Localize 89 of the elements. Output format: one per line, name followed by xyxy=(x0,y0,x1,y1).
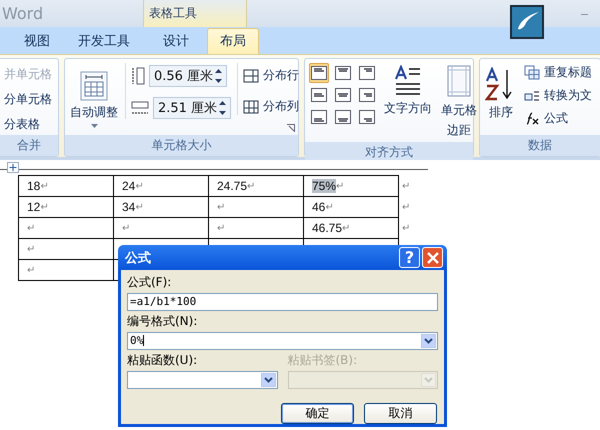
dialog-button[interactable]: 取消 xyxy=(364,403,437,424)
dialog-launcher-icon[interactable] xyxy=(287,124,295,132)
column-width-icon xyxy=(131,101,149,115)
cell-text: 12 xyxy=(27,200,40,214)
alignment-button[interactable] xyxy=(309,85,329,105)
dropdown-field[interactable] xyxy=(127,371,278,389)
chevron-down-icon xyxy=(424,338,433,344)
paragraph-mark: ↵ xyxy=(247,180,256,192)
ribbon-tab[interactable]: 开发工具 xyxy=(66,30,142,54)
end-of-row-mark: ↵ xyxy=(402,180,410,192)
ribbon-command[interactable]: 分布行 xyxy=(243,67,299,84)
alignment-button[interactable] xyxy=(357,85,377,105)
spin-arrows-icon[interactable] xyxy=(215,69,222,83)
dropdown-button[interactable] xyxy=(260,373,276,387)
sort-button[interactable]: 排序 xyxy=(484,65,518,123)
alignment-button[interactable] xyxy=(333,85,353,105)
chevron-down-icon xyxy=(264,377,272,383)
group-label: 单元格大小 xyxy=(65,135,298,156)
paragraph-mark: ↵ xyxy=(135,180,144,192)
dialog-button[interactable]: 确定 xyxy=(281,403,354,424)
alignment-button[interactable] xyxy=(357,63,377,83)
ribbon-command[interactable]: 分单元格 xyxy=(4,91,52,108)
field-label: 粘贴书签(B): xyxy=(288,352,358,369)
cell-text: 24.75 xyxy=(217,179,248,193)
formula-icon xyxy=(524,111,540,126)
paragraph-mark: ↵ xyxy=(217,222,225,234)
alignment-button[interactable] xyxy=(333,63,353,83)
number-format-combo[interactable]: 0% xyxy=(127,332,438,350)
paragraph-mark: ↵ xyxy=(342,222,350,234)
text-direction-icon xyxy=(393,65,423,97)
field-label: 公式(F): xyxy=(127,274,172,291)
field-label: 粘贴函数(U): xyxy=(127,352,198,369)
chevron-down-icon xyxy=(424,377,433,383)
paragraph-mark: ↵ xyxy=(217,201,225,213)
cell-text: 34 xyxy=(122,200,136,214)
cell-margins-button[interactable]: 单元格边距 xyxy=(439,63,479,142)
end-of-row-mark: ↵ xyxy=(402,223,410,234)
cell-margins-icon xyxy=(447,65,471,97)
ribbon-command[interactable]: 公式 xyxy=(524,110,592,127)
ribbon-tab[interactable]: 视图 xyxy=(12,30,62,54)
paragraph-mark: ↵ xyxy=(40,201,48,213)
paragraph-mark: ↵ xyxy=(122,222,130,234)
app-title: Word xyxy=(2,4,44,23)
table-icon xyxy=(80,71,108,101)
paragraph-mark: ↵ xyxy=(27,264,35,276)
group-label: 数据 xyxy=(480,135,600,156)
paragraph-mark: ↵ xyxy=(336,180,344,192)
row-height-spinner[interactable]: 0.56 厘米 xyxy=(149,65,227,87)
help-button[interactable]: ? xyxy=(399,247,420,268)
alignment-button[interactable] xyxy=(309,63,329,83)
row-height-icon xyxy=(131,67,145,85)
ribbon-tab[interactable]: 设计 xyxy=(151,30,201,54)
dropdown-button[interactable] xyxy=(421,334,436,348)
caret-icon xyxy=(90,124,98,128)
bird-logo-icon xyxy=(510,5,544,39)
group-label: 合并 xyxy=(0,135,58,156)
alignment-button[interactable] xyxy=(357,107,377,127)
paragraph-mark: ↵ xyxy=(40,180,48,192)
ribbon-command[interactable]: 分布列 xyxy=(243,98,299,115)
repeat-header-icon xyxy=(524,65,540,80)
ribbon-command[interactable]: 重复标题 xyxy=(524,64,592,81)
ribbon-command[interactable]: 转换为文 xyxy=(524,87,592,104)
distribute-columns-icon xyxy=(243,98,259,114)
dialog-title: 公式 xyxy=(125,250,152,266)
cell-text: 46.75 xyxy=(312,221,342,235)
close-button[interactable] xyxy=(422,247,443,268)
paragraph-mark: ↵ xyxy=(325,201,334,213)
cell-text: 24 xyxy=(122,179,136,193)
alignment-button[interactable] xyxy=(309,107,329,127)
paragraph-mark: ↵ xyxy=(27,222,35,234)
text-direction-button[interactable]: 文字方向 xyxy=(383,63,433,119)
column-width-spinner[interactable]: 2.51 厘米 xyxy=(153,97,231,119)
cell-text: 46 xyxy=(312,200,326,214)
close-icon xyxy=(426,252,438,264)
paragraph-mark: ↵ xyxy=(135,201,144,213)
end-of-row-mark: ↵ xyxy=(402,202,410,213)
table-move-handle-icon[interactable] xyxy=(7,162,19,173)
spin-arrows-icon[interactable] xyxy=(219,101,226,115)
paragraph-mark: ↵ xyxy=(27,243,35,255)
field-label: 编号格式(N): xyxy=(127,313,198,330)
ribbon-command[interactable]: 分表格 xyxy=(4,116,52,133)
ribbon-tab[interactable]: 布局 xyxy=(207,28,259,54)
cell-text: 18 xyxy=(27,179,40,193)
alignment-button[interactable] xyxy=(333,107,353,127)
autofit-button[interactable]: 自动调整 xyxy=(69,69,119,130)
formula-field[interactable]: =a1/b1*100 xyxy=(127,293,438,311)
contextual-tab-group: 表格工具 xyxy=(143,0,247,27)
distribute-rows-icon xyxy=(243,68,259,84)
cell-text: 75% xyxy=(312,179,336,193)
